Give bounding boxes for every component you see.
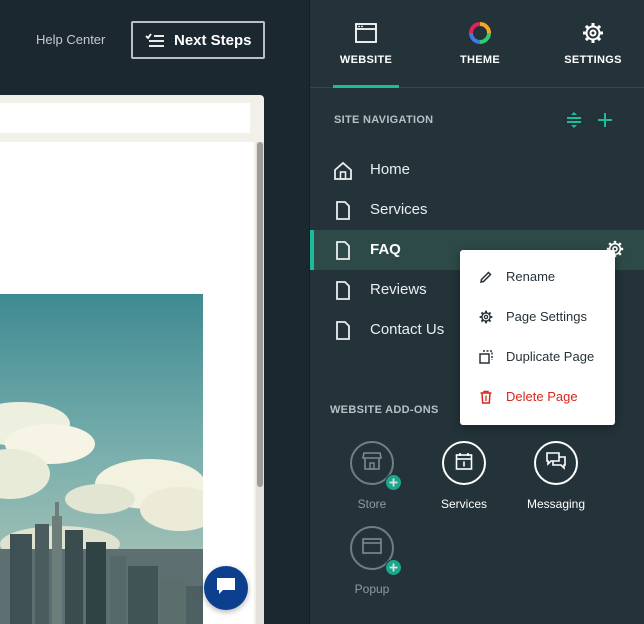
tab-settings[interactable]: SETTINGS — [548, 0, 638, 88]
tab-label: WEBSITE — [339, 54, 393, 66]
editor-area: Help Center Next Steps — [0, 0, 309, 624]
store-icon — [362, 451, 382, 475]
nav-item-label: Services — [370, 201, 428, 218]
addon-circle — [350, 441, 402, 491]
trash-icon — [479, 390, 493, 404]
nav-item-label: FAQ — [370, 241, 401, 258]
website-addons-title: WEBSITE ADD-ONS — [330, 404, 439, 416]
chat-bubble-icon — [216, 577, 236, 600]
chat-button[interactable] — [204, 566, 248, 610]
add-plus-icon[interactable] — [385, 474, 402, 491]
menu-item-label: Page Settings — [506, 309, 587, 324]
addon-label: Popup — [354, 582, 390, 596]
hero-image — [0, 294, 203, 624]
preview-address-bar — [0, 103, 250, 133]
tab-theme[interactable]: THEME — [435, 0, 525, 88]
addon-services[interactable]: Services — [419, 441, 509, 511]
checklist-icon — [145, 32, 165, 48]
chat-icon — [546, 451, 566, 475]
color-wheel-icon — [469, 22, 491, 44]
navigation-tools — [566, 111, 614, 134]
page-icon — [332, 320, 354, 340]
page-icon — [332, 200, 354, 220]
preview-scrollbar[interactable] — [256, 142, 264, 624]
addon-messaging[interactable]: Messaging — [511, 441, 601, 511]
page-icon — [332, 240, 354, 260]
menu-item-page-settings[interactable]: Page Settings — [460, 297, 615, 337]
menu-item-label: Delete Page — [506, 389, 578, 404]
addon-label: Services — [440, 497, 487, 511]
addon-circle — [442, 441, 486, 485]
next-steps-button[interactable]: Next Steps — [131, 21, 265, 59]
nav-item-label: Contact Us — [370, 321, 445, 338]
nav-item-label: Reviews — [370, 281, 427, 298]
page-icon — [332, 280, 354, 300]
help-center-link[interactable]: Help Center — [36, 32, 105, 47]
nav-item-home[interactable]: Home — [310, 150, 644, 190]
menu-item-rename[interactable]: Rename — [460, 257, 615, 297]
add-page-icon[interactable] — [596, 111, 614, 134]
page-context-menu: Rename Page Settings Duplicate Page Dele… — [460, 250, 615, 425]
addon-label: Messaging — [526, 497, 586, 511]
tab-label: THEME — [460, 54, 500, 66]
pencil-icon — [479, 270, 493, 284]
nav-item-services[interactable]: Services — [310, 190, 644, 230]
tab-label: SETTINGS — [564, 54, 622, 66]
add-plus-icon[interactable] — [385, 559, 402, 576]
addon-popup[interactable]: Popup — [327, 526, 417, 596]
gear-icon — [479, 310, 493, 324]
popup-icon — [362, 537, 382, 559]
menu-item-label: Duplicate Page — [506, 349, 595, 364]
addon-circle — [534, 441, 578, 485]
site-navigation-title: SITE NAVIGATION — [334, 114, 434, 126]
gear-icon — [582, 22, 604, 44]
menu-item-label: Rename — [506, 269, 556, 284]
next-steps-label: Next Steps — [174, 31, 252, 49]
menu-item-duplicate-page[interactable]: Duplicate Page — [460, 337, 615, 377]
scrollbar-thumb[interactable] — [257, 142, 263, 487]
duplicate-icon — [479, 350, 493, 364]
tab-website[interactable]: WEBSITE — [321, 0, 411, 88]
nav-item-label: Home — [370, 161, 411, 178]
addon-label: Store — [357, 497, 387, 511]
addon-circle — [350, 526, 402, 576]
reorder-icon[interactable] — [566, 111, 582, 134]
calendar-icon — [455, 452, 473, 475]
panel-tabs: WEBSITE THEME SETTINGS — [310, 0, 644, 88]
site-preview[interactable] — [0, 142, 254, 624]
browser-icon — [355, 22, 377, 44]
menu-item-delete-page[interactable]: Delete Page — [460, 377, 615, 417]
addon-store[interactable]: Store — [327, 441, 417, 511]
home-icon — [332, 160, 354, 180]
